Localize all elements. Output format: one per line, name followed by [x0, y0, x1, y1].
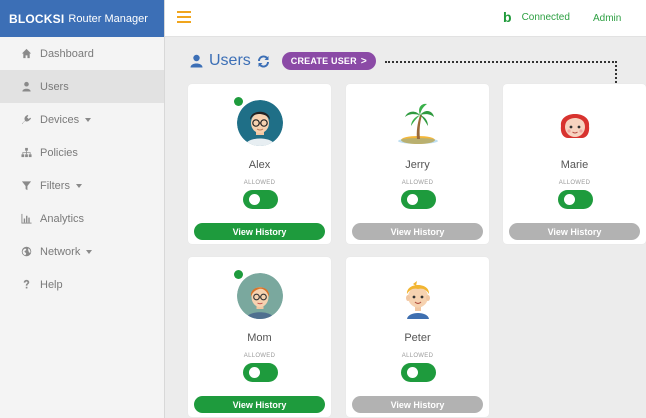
avatar: [236, 273, 283, 319]
user-status: ALLOWED: [558, 180, 591, 186]
sidebar-item-network[interactable]: Network: [0, 235, 164, 268]
sidebar-item-label: Analytics: [40, 212, 85, 225]
sidebar-item-label: Dashboard: [40, 47, 94, 60]
sidebar: BLOCKSI Router Manager Dashboard Users D…: [0, 0, 165, 418]
hamburger-menu-icon[interactable]: [177, 11, 191, 23]
sidebar-item-label: Devices: [40, 113, 80, 126]
user-card-jerry[interactable]: Jerry ALLOWED View History: [346, 84, 489, 244]
admin-menu[interactable]: Admin: [593, 13, 621, 24]
user-name: Alex: [248, 159, 271, 171]
globe-icon: [20, 246, 32, 258]
allow-toggle[interactable]: [557, 190, 593, 209]
user-status: ALLOWED: [401, 353, 434, 359]
blocksi-logo-icon: b: [503, 9, 512, 25]
sidebar-item-filters[interactable]: Filters: [0, 169, 164, 202]
online-indicator: [234, 270, 243, 279]
online-indicator: [234, 97, 243, 106]
page-header: Users CREATE USER >: [190, 52, 376, 70]
chevron-down-icon: [86, 249, 93, 254]
home-icon: [20, 48, 32, 60]
page-title: Users: [209, 52, 251, 69]
brand-name: BLOCKSI: [9, 11, 65, 26]
allow-toggle[interactable]: [242, 190, 278, 209]
view-history-button[interactable]: View History: [194, 223, 325, 240]
sidebar-item-policies[interactable]: Policies: [0, 136, 164, 169]
create-user-button[interactable]: CREATE USER >: [281, 52, 376, 70]
sitemap-icon: [20, 147, 32, 159]
view-history-button[interactable]: View History: [509, 223, 640, 240]
user-name: Marie: [560, 159, 589, 171]
avatar: [236, 100, 283, 146]
sidebar-item-label: Filters: [40, 179, 70, 192]
bar-chart-icon: [20, 213, 32, 225]
top-bar: b Connected Admin: [165, 0, 646, 37]
avatar: [395, 273, 441, 319]
user-card-mom[interactable]: Mom ALLOWED View History: [188, 257, 331, 417]
sidebar-item-dashboard[interactable]: Dashboard: [0, 37, 164, 70]
view-history-button[interactable]: View History: [352, 396, 483, 413]
refresh-icon[interactable]: [257, 54, 270, 68]
allow-toggle[interactable]: [400, 190, 436, 209]
user-card-alex[interactable]: Alex ALLOWED View History: [188, 84, 331, 244]
chevron-down-icon: [85, 117, 92, 122]
avatar: [552, 100, 598, 146]
filter-icon: [20, 180, 32, 192]
sidebar-item-analytics[interactable]: Analytics: [0, 202, 164, 235]
allow-toggle[interactable]: [400, 363, 436, 382]
user-card-peter[interactable]: Peter ALLOWED View History: [346, 257, 489, 417]
sidebar-item-devices[interactable]: Devices: [0, 103, 164, 136]
user-icon: [20, 81, 32, 93]
question-icon: [20, 279, 32, 291]
chevron-down-icon: [75, 183, 82, 188]
user-name: Mom: [247, 332, 272, 344]
allow-toggle[interactable]: [242, 363, 278, 382]
sidebar-item-label: Help: [40, 278, 63, 291]
user-name: Jerry: [405, 159, 430, 171]
app-brand[interactable]: BLOCKSI Router Manager: [0, 0, 164, 37]
chevron-right-icon: >: [360, 55, 367, 67]
sidebar-item-label: Network: [40, 245, 81, 258]
connection-status: b Connected: [503, 9, 570, 25]
plug-icon: [20, 114, 32, 126]
user-status: ALLOWED: [243, 353, 276, 359]
user-status: ALLOWED: [243, 180, 276, 186]
view-history-button[interactable]: View History: [194, 396, 325, 413]
user-status: ALLOWED: [401, 180, 434, 186]
sidebar-item-users[interactable]: Users: [0, 70, 164, 103]
brand-subtitle: Router Manager: [68, 12, 148, 25]
user-icon: [190, 54, 203, 68]
avatar: [395, 100, 441, 146]
connection-status-label: Connected: [521, 11, 570, 23]
user-name: Peter: [404, 332, 431, 344]
sidebar-item-label: Policies: [40, 146, 78, 159]
sidebar-item-help[interactable]: Help: [0, 268, 164, 301]
callout-line: [385, 61, 617, 63]
sidebar-item-label: Users: [40, 80, 69, 93]
user-card-marie[interactable]: Marie ALLOWED View History: [503, 84, 646, 244]
view-history-button[interactable]: View History: [352, 223, 483, 240]
create-user-label: CREATE USER: [290, 56, 357, 66]
